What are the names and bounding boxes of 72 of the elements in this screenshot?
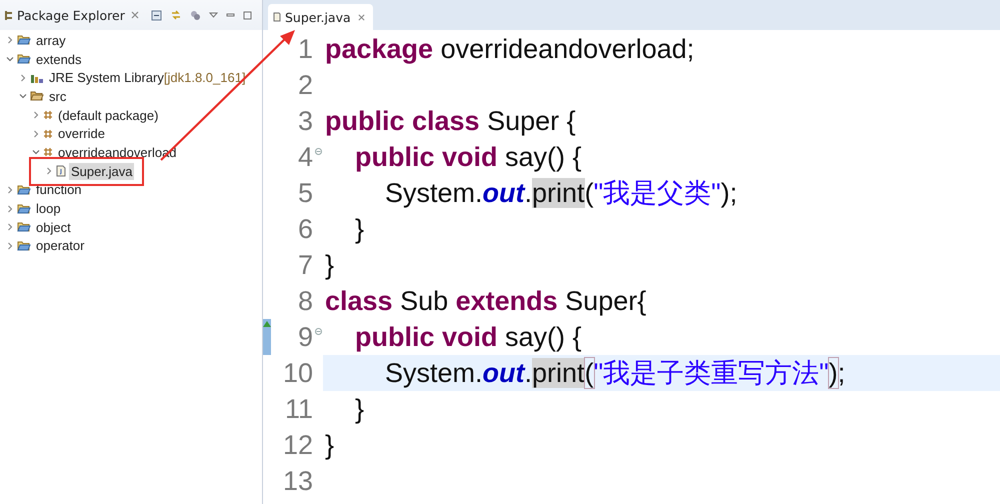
code-line: public class Super { (325, 106, 576, 136)
folder-icon (17, 240, 31, 252)
tree-item[interactable]: Super.java (69, 162, 134, 180)
line-number: 3 (296, 105, 313, 138)
code-line: } (325, 430, 334, 460)
minimize-icon[interactable] (226, 10, 235, 20)
file-icon (56, 165, 66, 178)
expanded-chevron-icon[interactable] (32, 148, 40, 156)
collapsed-chevron-icon[interactable] (19, 74, 27, 82)
collapsed-chevron-icon[interactable] (45, 167, 53, 176)
collapsed-chevron-icon[interactable] (6, 36, 14, 44)
code-line: } (354, 214, 364, 244)
collapsed-chevron-icon[interactable] (6, 204, 14, 213)
fold-icon[interactable] (314, 148, 322, 154)
code-line: } (325, 250, 334, 280)
collapsed-chevron-icon[interactable] (6, 186, 14, 194)
tree-item[interactable]: (default package) (56, 106, 160, 124)
package-icon (43, 110, 53, 120)
line-number: 7 (296, 249, 313, 282)
close-icon[interactable] (130, 11, 139, 19)
file-icon (273, 12, 281, 22)
code-line: class Sub extends Super{ (325, 286, 646, 316)
expanded-chevron-icon[interactable] (6, 55, 14, 64)
override-icon (263, 321, 271, 327)
code-line: public void say() { (354, 322, 582, 352)
close-icon[interactable] (358, 14, 365, 20)
tree-item[interactable]: function (34, 181, 84, 198)
package-icon (43, 128, 53, 139)
folder-icon (17, 202, 31, 215)
code-line: package overrideandoverload; (325, 34, 694, 64)
code-line: System.out.print("我是子类重写方法"); (384, 357, 846, 390)
tree-item[interactable]: override (56, 125, 107, 142)
editor-tab[interactable]: Super.java (268, 4, 373, 30)
fold-icon[interactable] (314, 328, 322, 334)
package-icon (43, 147, 53, 158)
collapsed-chevron-icon[interactable] (32, 130, 40, 138)
code-line: } (354, 394, 364, 424)
folder-icon (30, 90, 44, 102)
collapsed-chevron-icon[interactable] (32, 111, 40, 120)
line-number: 6 (296, 213, 313, 246)
collapse-all-icon[interactable] (151, 10, 162, 20)
line-number: 9 (296, 321, 313, 354)
line-number: 8 (296, 285, 313, 318)
line-number: 13 (282, 465, 313, 498)
line-number: 11 (284, 393, 313, 426)
maximize-icon[interactable] (243, 10, 252, 20)
view-menu-icon[interactable] (209, 12, 218, 18)
line-number: 2 (296, 69, 313, 102)
code-line: System.out.print("我是父类"); (384, 177, 738, 210)
tree-item[interactable]: operator (34, 237, 86, 254)
folder-icon (17, 34, 31, 46)
tree-item[interactable]: src (47, 88, 68, 105)
filter-icon[interactable] (190, 10, 201, 20)
line-number: 12 (282, 429, 313, 462)
tree-item[interactable]: JRE System Library[jdk1.8.0_161] (47, 69, 248, 86)
line-number: 5 (296, 177, 313, 210)
line-number: 10 (282, 357, 313, 390)
folder-icon (17, 221, 31, 234)
expanded-chevron-icon[interactable] (19, 92, 27, 100)
line-number: 4 (296, 141, 313, 174)
tree-item[interactable]: extends (34, 50, 84, 68)
package-explorer-icon (4, 10, 13, 20)
collapsed-chevron-icon[interactable] (6, 242, 14, 250)
collapsed-chevron-icon[interactable] (6, 223, 14, 232)
line-number: 1 (296, 33, 313, 66)
folder-icon (17, 53, 31, 66)
tree-item[interactable]: array (34, 32, 68, 49)
folder-icon (17, 184, 31, 196)
tree-item[interactable]: loop (34, 200, 63, 218)
tree-item[interactable]: object (34, 218, 73, 236)
code-line: public void say() { (354, 142, 582, 172)
link-icon[interactable] (170, 9, 182, 21)
